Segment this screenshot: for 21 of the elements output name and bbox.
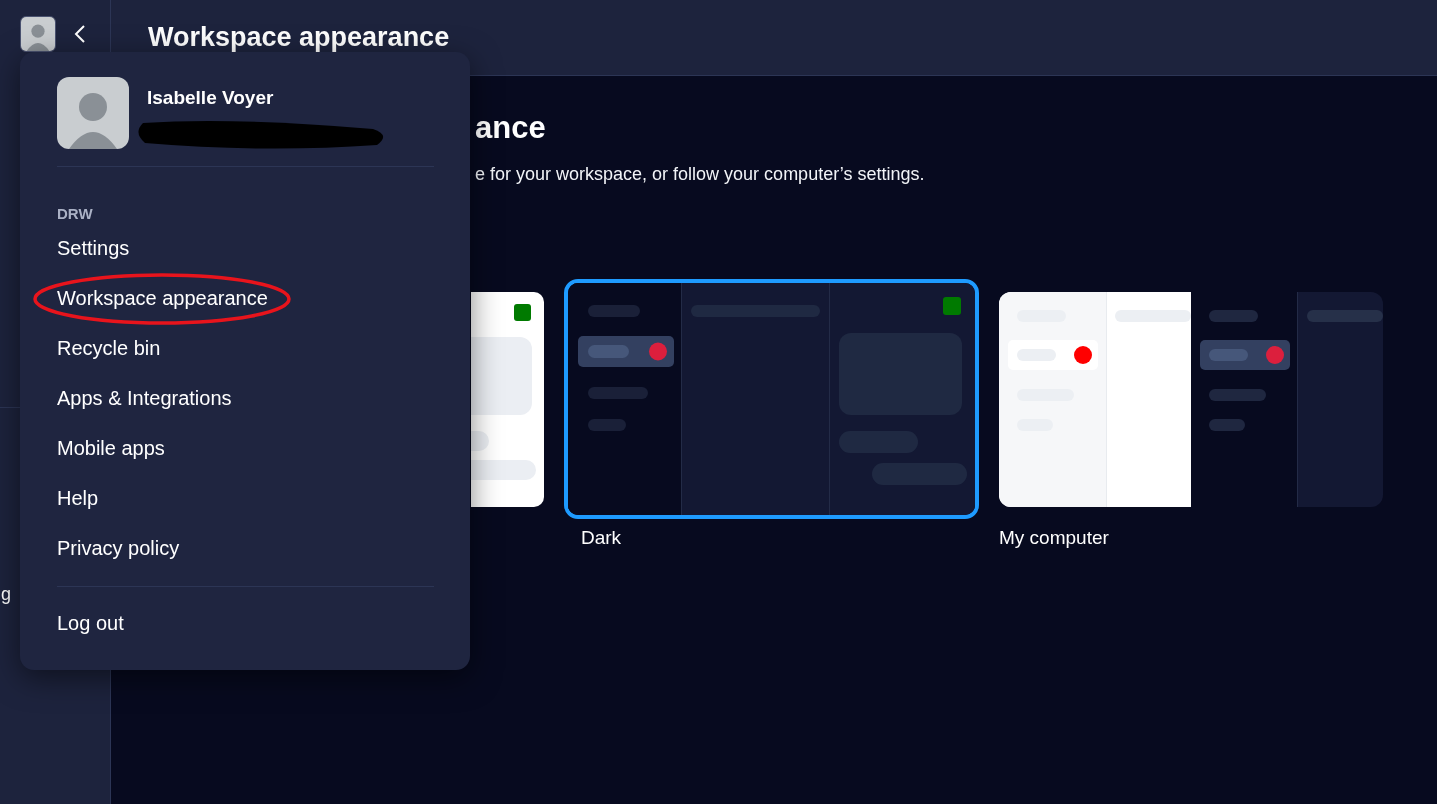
theme-label: My computer: [999, 527, 1110, 549]
chevron-left-icon[interactable]: [72, 24, 88, 44]
photo-placeholder: [57, 77, 129, 149]
theme-option[interactable]: [564, 279, 979, 519]
menu-item[interactable]: Mobile apps: [57, 436, 165, 486]
menu-item[interactable]: Recycle bin: [57, 336, 161, 386]
section-title: ance: [475, 110, 547, 146]
menu-item[interactable]: Help: [57, 486, 99, 536]
theme-label: Dark: [580, 527, 623, 549]
sidebar-label[interactable]: g: [1, 584, 11, 605]
user-name: Isabelle Voyer: [147, 87, 275, 109]
section-description: e for your workspace, or follow your computer’s settings.: [475, 164, 926, 185]
photo-placeholder[interactable]: [20, 16, 56, 52]
menu-item[interactable]: Settings: [57, 236, 130, 286]
menu-item[interactable]: Apps & Integrations: [57, 386, 232, 436]
menu-item[interactable]: Workspace appearance: [57, 286, 268, 336]
logout-item[interactable]: Log out: [57, 611, 124, 661]
theme-option[interactable]: [999, 291, 1383, 507]
page-title: Workspace appearance: [148, 22, 450, 53]
menu-item[interactable]: Privacy policy: [57, 536, 180, 586]
section-heading: DRW: [57, 205, 94, 222]
